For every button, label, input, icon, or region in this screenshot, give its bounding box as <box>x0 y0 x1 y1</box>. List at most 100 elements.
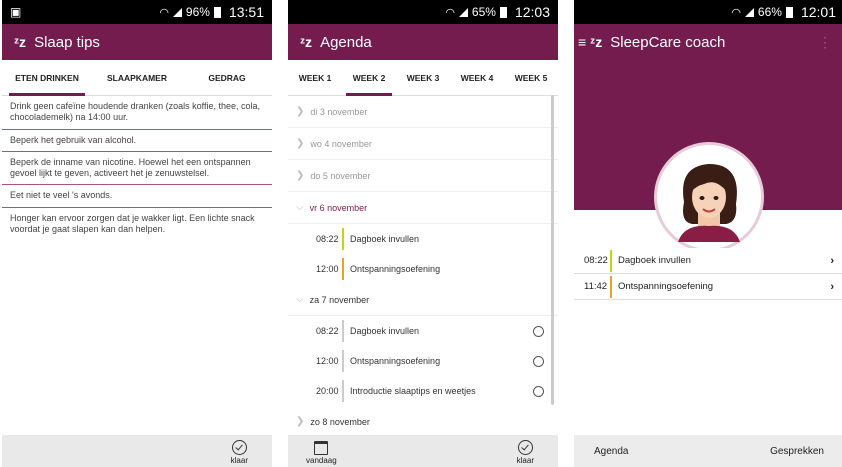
image-notification-icon: ▣ <box>10 5 22 19</box>
task-label: Dagboek invullen <box>618 255 691 266</box>
task-time: 20:00 <box>316 386 339 396</box>
chevron-right-icon: › <box>830 280 834 293</box>
tab-week-3[interactable]: WEEK 3 <box>396 60 450 96</box>
tab-slaapkamer[interactable]: SLAAPKAMER <box>92 60 182 96</box>
agenda-screen: ◠ 65% 12:03 ᶻz Agenda WEEK 1 WEEK 2 WEEK… <box>288 0 558 467</box>
tip-tabs: ETEN DRINKEN SLAAPKAMER GEDRAG <box>2 60 272 96</box>
day-row-expanded[interactable]: ⌵ za 7 november <box>288 284 558 316</box>
clock-icon <box>533 385 544 397</box>
battery-percent: 66% <box>757 5 782 19</box>
page-title: Agenda <box>320 33 372 51</box>
chevron-right-icon: ❯ <box>296 416 305 427</box>
wifi-icon: ◠ <box>731 6 741 19</box>
day-label: do 5 november <box>310 170 371 181</box>
task-color-bar <box>342 258 344 280</box>
menu-icon[interactable]: ≡ <box>578 34 586 50</box>
task-label: Ontspanningsoefening <box>350 264 441 274</box>
agenda-task[interactable]: 08:22 Dagboek invullen <box>288 224 558 254</box>
day-row-collapsed[interactable]: ❯ zo 8 november <box>288 406 558 438</box>
agenda-task[interactable]: 08:22 Dagboek invullen <box>288 316 558 346</box>
calendar-icon <box>314 441 329 455</box>
task-time: 08:22 <box>584 255 608 266</box>
tab-week-2[interactable]: WEEK 2 <box>342 60 396 96</box>
day-label: zo 8 november <box>310 416 370 427</box>
task-color-bar <box>610 275 612 298</box>
day-label: wo 4 november <box>310 138 372 149</box>
battery-percent: 65% <box>471 5 496 19</box>
task-time: 11:42 <box>584 281 608 292</box>
coach-face-icon <box>678 164 740 242</box>
day-row-collapsed[interactable]: ❯ di 3 november <box>288 96 558 128</box>
chevron-right-icon: › <box>830 254 834 267</box>
status-bar: ◠ 65% 12:03 <box>288 0 558 24</box>
chevron-right-icon: ❯ <box>296 138 305 149</box>
task-color-bar <box>342 228 344 250</box>
week-tabs: WEEK 1 WEEK 2 WEEK 3 WEEK 4 WEEK 5 <box>288 60 558 96</box>
task-label: Dagboek invullen <box>350 326 420 336</box>
day-label: vr 6 november <box>309 202 368 213</box>
battery-icon <box>785 6 793 18</box>
signal-icon <box>744 7 754 17</box>
day-label: za 7 november <box>309 294 370 305</box>
footer-bar: klaar <box>2 435 272 467</box>
day-row-collapsed[interactable]: ❯ do 5 november <box>288 160 558 192</box>
klaar-label: klaar <box>230 456 248 465</box>
page-title: SleepCare coach <box>610 33 726 51</box>
agenda-task[interactable]: 20:00 Introductie slaaptips en weetjes <box>288 376 558 406</box>
gesprekken-button[interactable]: Gesprekken <box>770 446 824 457</box>
agenda-task[interactable]: 12:00 Ontspanningsoefening <box>288 346 558 376</box>
task-time: 08:22 <box>316 326 339 336</box>
tab-week-5[interactable]: WEEK 5 <box>504 60 558 96</box>
klaar-button[interactable]: klaar <box>231 440 248 465</box>
task-time: 08:22 <box>316 234 339 244</box>
day-row-collapsed[interactable]: ❯ wo 4 november <box>288 128 558 160</box>
tip-item: Beperk de inname van nicotine. Hoewel he… <box>2 151 272 186</box>
page-title: Slaap tips <box>34 33 100 51</box>
clock-icon <box>533 325 544 337</box>
app-bar: ᶻz Slaap tips <box>2 24 272 60</box>
task-color-bar <box>342 380 344 402</box>
signal-icon <box>172 7 182 17</box>
task-time: 12:00 <box>316 356 339 366</box>
signal-icon <box>458 7 468 17</box>
task-time: 12:00 <box>316 264 339 274</box>
check-circle-icon <box>231 440 247 455</box>
agenda-task[interactable]: 12:00 Ontspanningsoefening <box>288 254 558 284</box>
tab-gedrag[interactable]: GEDRAG <box>182 60 272 96</box>
app-bar: ≡ ᶻz SleepCare coach ⋮ <box>574 24 842 60</box>
wifi-icon: ◠ <box>445 6 455 19</box>
klaar-button[interactable]: klaar <box>517 440 534 465</box>
agenda-list: ❯ di 3 november ❯ wo 4 november ❯ do 5 nove… <box>288 96 558 438</box>
coach-task[interactable]: 08:22 Dagboek invullen › <box>574 248 842 274</box>
task-label: Ontspanningsoefening <box>350 356 441 366</box>
app-bar: ᶻz Agenda <box>288 24 558 60</box>
chevron-right-icon: ❯ <box>296 106 305 117</box>
agenda-button[interactable]: Agenda <box>594 446 628 457</box>
vandaag-button[interactable]: vandaag <box>306 441 337 465</box>
task-color-bar <box>342 350 344 372</box>
status-bar: ▣ ◠ 96% 13:51 <box>2 0 272 24</box>
task-label: Ontspanningsoefening <box>618 281 714 292</box>
sleepcare-logo-icon: ᶻz <box>300 34 313 50</box>
vandaag-label: vandaag <box>306 456 337 465</box>
scrollbar[interactable] <box>551 95 554 405</box>
status-time: 12:03 <box>514 4 550 20</box>
tips-list: Drink geen cafeïne houdende dranken (zoa… <box>2 96 272 240</box>
tab-week-1[interactable]: WEEK 1 <box>288 60 342 96</box>
day-row-expanded[interactable]: ⌵ vr 6 november <box>288 192 558 224</box>
battery-percent: 96% <box>185 5 210 19</box>
tip-item: Beperk het gebruik van alcohol. <box>2 129 272 152</box>
battery-icon <box>213 6 221 18</box>
tip-item: Drink geen cafeïne houdende dranken (zoa… <box>2 96 272 130</box>
tab-eten-drinken[interactable]: ETEN DRINKEN <box>2 60 92 96</box>
coach-task-list: 08:22 Dagboek invullen › 11:42 Ontspanni… <box>574 248 842 300</box>
slaap-tips-screen: ▣ ◠ 96% 13:51 ᶻz Slaap tips ETEN DRINKEN… <box>2 0 272 467</box>
klaar-label: klaar <box>516 456 534 465</box>
coach-task[interactable]: 11:42 Ontspanningsoefening › <box>574 274 842 300</box>
status-time: 13:51 <box>228 4 264 20</box>
wifi-icon: ◠ <box>159 6 169 19</box>
task-color-bar <box>342 320 344 342</box>
sleepcare-coach-screen: ◠ 66% 12:01 ≡ ᶻz SleepCare coach ⋮ 08:22… <box>574 0 842 467</box>
more-options-icon[interactable]: ⋮ <box>818 34 832 51</box>
tab-week-4[interactable]: WEEK 4 <box>450 60 504 96</box>
